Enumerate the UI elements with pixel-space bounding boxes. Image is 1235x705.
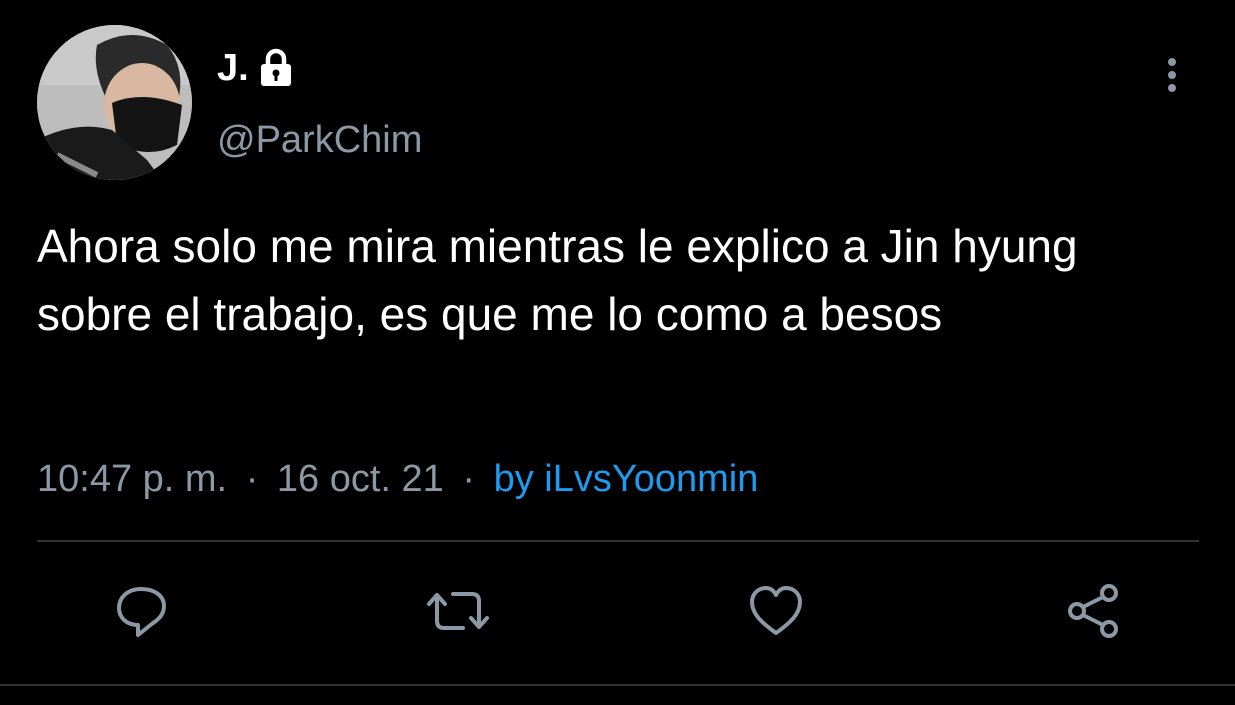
bottom-divider [0, 684, 1235, 686]
reply-icon [111, 581, 171, 646]
lock-icon [259, 48, 293, 88]
author-name-row: J. [217, 46, 293, 90]
reply-button[interactable] [108, 580, 174, 646]
meta-separator: · [245, 458, 259, 500]
like-button[interactable] [743, 580, 809, 646]
avatar[interactable] [37, 25, 192, 180]
tweet-date[interactable]: 16 oct. 21 [277, 458, 444, 500]
tweet-text: Ahora solo me mira mientras le explico a… [37, 220, 1078, 340]
share-icon [1063, 581, 1123, 646]
more-vertical-icon[interactable] [1155, 55, 1189, 95]
display-name[interactable]: J. [217, 46, 249, 90]
tweet-time[interactable]: 10:47 p. m. [37, 458, 227, 500]
heart-icon [746, 581, 806, 646]
author-handle[interactable]: @ParkChim [217, 118, 422, 162]
retweet-button[interactable] [425, 580, 491, 646]
retweet-icon [425, 581, 491, 646]
meta-separator-2: · [462, 458, 476, 500]
tweet-meta: 10:47 p. m. · 16 oct. 21 · by iLvsYoonmi… [37, 455, 758, 503]
divider [37, 540, 1199, 542]
tweet-actions [0, 580, 1235, 650]
avatar-image [37, 25, 192, 180]
tweet-source-link[interactable]: by iLvsYoonmin [494, 458, 759, 500]
share-button[interactable] [1060, 580, 1126, 646]
